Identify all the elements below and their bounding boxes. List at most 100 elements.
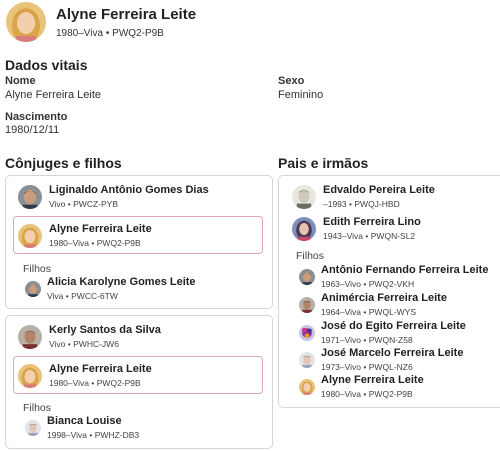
person-id: PWQJ-HBD: [354, 199, 400, 209]
section-title-spouses: Cônjuges e filhos: [5, 155, 122, 171]
current-person[interactable]: Alyne Ferreira Leite 1980–Viva • PWQ2-P9…: [18, 362, 152, 389]
separator: •: [363, 307, 367, 317]
separator: •: [67, 199, 71, 209]
person-id: PWQL-NZ6: [368, 362, 413, 372]
avatar: [299, 352, 315, 368]
person-meta: 1980–Viva • PWQ2-P9B: [321, 389, 424, 400]
person-meta: 1963–Vivo • PWQ2-VKH: [321, 279, 488, 290]
lifespan: 1998–Viva: [47, 430, 88, 440]
sex-value: Feminino: [278, 89, 324, 101]
separator: •: [91, 238, 95, 248]
birth-value: 1980/12/11: [5, 124, 60, 136]
lifespan: 1964–Viva: [321, 307, 362, 317]
avatar: [25, 420, 41, 436]
person-meta: 1973–Vivo • PWQL-NZ6: [321, 362, 463, 373]
avatar: [18, 325, 42, 349]
avatar: [299, 379, 315, 395]
person-meta: 1980–Viva • PWQ2-P9B: [49, 378, 152, 389]
spouse-person[interactable]: Kerly Santos da Silva Vivo • PWHC-JW6: [18, 323, 161, 350]
person-name[interactable]: José do Egito Ferreira Leite: [321, 319, 466, 333]
avatar[interactable]: [6, 2, 46, 42]
person-meta: 1998–Viva • PWHZ-DB3: [47, 430, 139, 441]
parents-card: Edvaldo Pereira Leite –1993 • PWQJ-HBD E…: [278, 175, 500, 408]
person-name[interactable]: José Marcelo Ferreira Leite: [321, 346, 463, 360]
person-name[interactable]: Kerly Santos da Silva: [49, 323, 161, 337]
avatar: [292, 217, 316, 241]
person-id: PWQ2-P9B: [368, 389, 413, 399]
page-title: Alyne Ferreira Leite: [56, 6, 197, 23]
sex-label: Sexo: [278, 75, 305, 87]
sibling-person[interactable]: José Marcelo Ferreira Leite 1973–Vivo • …: [299, 346, 463, 373]
person-meta: 1964–Viva • PWQL-WYS: [321, 307, 447, 318]
header-meta: 1980–Viva • PWQ2-P9B: [56, 28, 196, 39]
lifespan: Vivo: [49, 339, 66, 349]
person-name[interactable]: Liginaldo Antônio Gomes Dias: [49, 183, 209, 197]
person-name[interactable]: Animércia Ferreira Leite: [321, 291, 447, 305]
children-label: Filhos: [23, 263, 52, 275]
child-person[interactable]: Bianca Louise 1998–Viva • PWHZ-DB3: [25, 414, 139, 441]
avatar: [299, 325, 315, 341]
person-id: PWHZ-DB3: [94, 430, 140, 440]
person-header: Alyne Ferreira Leite 1980–Viva • PWQ2-P9…: [6, 2, 196, 42]
name-label: Nome: [5, 75, 36, 87]
person-name[interactable]: Alicia Karolyne Gomes Leite: [47, 275, 196, 289]
person-meta: Vivo • PWCZ-PYB: [49, 199, 209, 210]
separator: •: [67, 339, 71, 349]
person-id: PWCZ-PYB: [73, 199, 118, 209]
avatar: [25, 281, 41, 297]
lifespan: 1980–Viva: [49, 238, 90, 248]
separator: •: [65, 291, 69, 301]
separator: •: [91, 378, 95, 388]
current-person[interactable]: Alyne Ferreira Leite 1980–Viva • PWQ2-P9…: [18, 222, 152, 249]
spouse-person[interactable]: Liginaldo Antônio Gomes Dias Vivo • PWCZ…: [18, 183, 209, 210]
person-meta: –1993 • PWQJ-HBD: [323, 199, 435, 210]
separator: •: [363, 389, 367, 399]
sibling-person[interactable]: Antônio Fernando Ferreira Leite 1963–Viv…: [299, 263, 488, 290]
child-person[interactable]: Alicia Karolyne Gomes Leite Viva • PWCC-…: [25, 275, 196, 302]
separator: •: [105, 28, 110, 39]
person-name[interactable]: Alyne Ferreira Leite: [49, 362, 152, 376]
person-meta: Viva • PWCC-6TW: [47, 291, 196, 302]
separator: •: [363, 362, 367, 372]
children-label: Filhos: [23, 402, 52, 414]
separator: •: [365, 231, 369, 241]
name-value: Alyne Ferreira Leite: [5, 89, 101, 101]
lifespan: 1980–Viva: [56, 28, 104, 39]
person-name[interactable]: Edith Ferreira Lino: [323, 215, 421, 229]
person-id: PWQL-WYS: [368, 307, 416, 317]
lifespan: Viva: [47, 291, 64, 301]
avatar: [292, 185, 316, 209]
avatar: [18, 364, 42, 388]
lifespan: 1973–Vivo: [321, 362, 362, 372]
person-name[interactable]: Edvaldo Pereira Leite: [323, 183, 435, 197]
sibling-person[interactable]: Animércia Ferreira Leite 1964–Viva • PWQ…: [299, 291, 447, 318]
person-id: PWQN-SL2: [370, 231, 416, 241]
section-title-vitals: Dados vitais: [5, 57, 88, 73]
family-card: Liginaldo Antônio Gomes Dias Vivo • PWCZ…: [5, 175, 273, 309]
avatar: [18, 224, 42, 248]
lifespan: Vivo: [49, 199, 66, 209]
parent-person[interactable]: Edith Ferreira Lino 1943–Viva • PWQN-SL2: [292, 215, 421, 242]
separator: •: [349, 199, 352, 209]
parent-person[interactable]: Edvaldo Pereira Leite –1993 • PWQJ-HBD: [292, 183, 435, 210]
family-card: Kerly Santos da Silva Vivo • PWHC-JW6 Al…: [5, 315, 273, 449]
section-title-parents: Pais e irmãos: [278, 155, 369, 171]
avatar: [18, 185, 42, 209]
person-id: PWHC-JW6: [73, 339, 119, 349]
person-id: PWQ2-VKH: [368, 279, 415, 289]
lifespan: 1980–Viva: [49, 378, 90, 388]
person-meta: Vivo • PWHC-JW6: [49, 339, 161, 350]
lifespan: 1980–Viva: [321, 389, 362, 399]
person-name[interactable]: Alyne Ferreira Leite: [321, 373, 424, 387]
sibling-person[interactable]: José do Egito Ferreira Leite 1971–Vivo •…: [299, 319, 466, 346]
person-name[interactable]: Antônio Fernando Ferreira Leite: [321, 263, 488, 277]
person-name[interactable]: Bianca Louise: [47, 414, 139, 428]
birth-label: Nascimento: [5, 111, 68, 123]
sibling-person[interactable]: Alyne Ferreira Leite 1980–Viva • PWQ2-P9…: [299, 373, 424, 400]
avatar: [299, 297, 315, 313]
separator: •: [363, 335, 367, 345]
person-meta: 1971–Vivo • PWQN-Z58: [321, 335, 466, 346]
person-id: PWQ2-P9B: [96, 238, 141, 248]
separator: •: [363, 279, 367, 289]
person-name[interactable]: Alyne Ferreira Leite: [49, 222, 152, 236]
